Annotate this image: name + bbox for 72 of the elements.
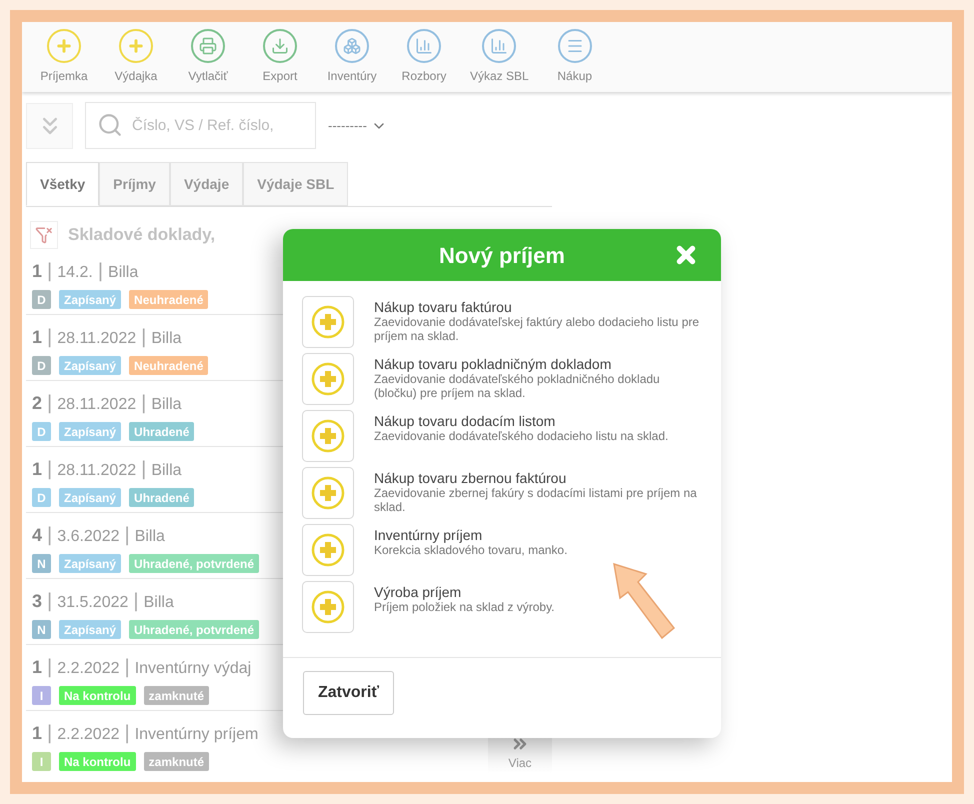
status-tag: Neuhradené <box>129 290 208 309</box>
document-date: 2.2.2022 <box>57 725 120 745</box>
separator: | <box>47 325 52 350</box>
document-date: 14.2. <box>57 263 93 283</box>
document-partner: Billa <box>151 461 182 481</box>
document-number: 3 <box>32 590 42 613</box>
option-description: Zaevidovanie zbernej fakúry s dodacími listami pre príjem na sklad. <box>374 486 698 514</box>
document-partner: Billa <box>108 263 138 283</box>
document-date: 28.11.2022 <box>57 395 136 415</box>
status-tag: Na kontrolu <box>59 686 136 705</box>
document-number: 4 <box>32 524 42 547</box>
document-number: 1 <box>32 458 42 481</box>
document-date: 28.11.2022 <box>57 461 136 481</box>
status-tag: N <box>32 554 51 573</box>
option-description: Zaevidovanie dodávateľského pokladničného dokladu (bločku) pre príjem na sklad. <box>374 372 661 400</box>
separator: | <box>141 391 146 416</box>
document-date: 2.2.2022 <box>57 659 120 679</box>
status-tag: Zapísaný <box>59 554 122 573</box>
separator: | <box>47 457 52 482</box>
status-tag: Zapísaný <box>59 290 122 309</box>
status-tag: Zapísaný <box>59 488 122 507</box>
option-description: Korekcia skladového tovaru, manko. <box>374 543 568 557</box>
separator: | <box>47 523 52 548</box>
status-tag: Uhradené, potvrdené <box>129 620 260 639</box>
list-title: Skladové doklady, <box>68 224 216 246</box>
option-description: Zaevidovanie dodávateľského dodacieho listu na sklad. <box>374 429 670 443</box>
separator: | <box>47 259 52 284</box>
document-partner: Inventúrny výdaj <box>134 659 252 679</box>
document-number: 1 <box>32 260 42 283</box>
status-tag: D <box>32 290 51 309</box>
separator: | <box>141 325 146 350</box>
document-number: 1 <box>32 722 42 745</box>
document-number: 1 <box>32 656 42 679</box>
separator: | <box>47 721 52 746</box>
document-partner: Billa <box>144 593 174 613</box>
status-tag: zamknuté <box>144 752 210 771</box>
status-tag: I <box>32 752 51 771</box>
status-tag: Uhradené <box>129 422 194 441</box>
document-date: 3.6.2022 <box>57 527 120 547</box>
separator: | <box>47 391 52 416</box>
separator: | <box>141 457 146 482</box>
separator: | <box>98 259 104 284</box>
status-tag: Uhradené, potvrdené <box>129 554 260 573</box>
option-description: Zaevidovanie dodávateľskej faktúry alebo dodacieho listu pre príjem na sklad. <box>374 315 700 343</box>
separator: | <box>124 721 130 746</box>
separator: | <box>47 589 52 614</box>
document-date: 31.5.2022 <box>57 593 128 613</box>
status-tag: Na kontrolu <box>59 752 136 771</box>
status-tag: Zapísaný <box>59 422 122 441</box>
document-number: 1 <box>32 326 42 349</box>
document-partner: Inventúrny príjem <box>134 725 258 745</box>
option-description: Príjem položiek na sklad z výroby. <box>374 600 556 614</box>
separator: | <box>124 523 130 548</box>
status-tag: Zapísaný <box>59 356 122 375</box>
status-tag: D <box>32 488 51 507</box>
document-partner: Billa <box>151 329 182 349</box>
document-date: 28.11.2022 <box>57 329 136 349</box>
document-number: 2 <box>32 392 42 415</box>
status-tag: Neuhradené <box>129 356 208 375</box>
dialog-title: Nový príjem <box>439 242 565 270</box>
status-tag: zamknuté <box>144 686 210 705</box>
separator: | <box>124 655 130 680</box>
document-partner: Billa <box>151 395 182 415</box>
status-tag: I <box>32 686 51 705</box>
status-tag: D <box>32 422 51 441</box>
status-tag: D <box>32 356 51 375</box>
separator: | <box>133 589 139 614</box>
status-tag: Uhradené <box>129 488 194 507</box>
status-tag: Zapísaný <box>59 620 122 639</box>
status-tag: N <box>32 620 51 639</box>
document-partner: Billa <box>134 527 165 547</box>
separator: | <box>47 655 52 680</box>
